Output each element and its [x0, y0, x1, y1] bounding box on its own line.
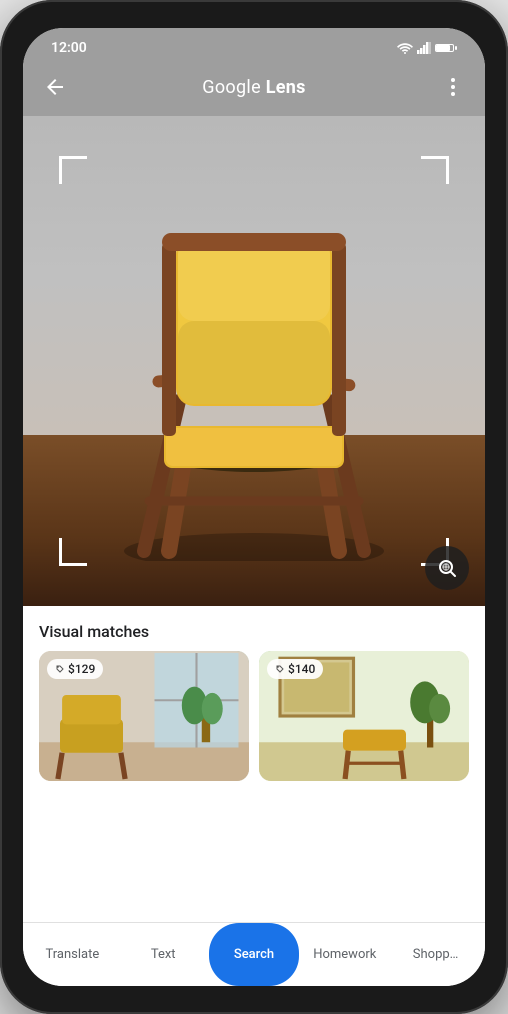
app-title: Google Lens [202, 77, 305, 98]
tab-search[interactable]: Search [209, 923, 300, 986]
tab-text[interactable]: Text [118, 923, 209, 986]
tab-translate[interactable]: Translate [27, 923, 118, 986]
subject-image [23, 116, 485, 606]
wifi-icon [397, 42, 413, 54]
status-time: 12:00 [51, 40, 87, 56]
tab-shopping-label: Shopp… [413, 947, 459, 962]
matches-grid: $129 [23, 651, 485, 922]
lens-search-button[interactable] [425, 546, 469, 590]
signal-icon [417, 42, 431, 54]
content-area: Visual matches [23, 606, 485, 922]
tab-bar: Translate Text Search Homework Shopp… [23, 922, 485, 986]
tab-translate-label: Translate [46, 947, 100, 962]
match-card-1[interactable]: $129 [39, 651, 249, 781]
price-badge-1: $129 [47, 659, 103, 679]
status-bar: 12:00 [23, 28, 485, 64]
status-icons [397, 42, 457, 54]
match-card-2[interactable]: $140 [259, 651, 469, 781]
camera-image-area [23, 116, 485, 606]
visual-matches-title: Visual matches [23, 606, 485, 651]
tab-homework[interactable]: Homework [299, 923, 390, 986]
phone-frame: 12:00 [0, 0, 508, 1014]
battery-icon [435, 42, 457, 54]
back-button[interactable] [39, 71, 71, 103]
top-bar: Google Lens [23, 64, 485, 116]
phone-screen: 12:00 [23, 28, 485, 986]
price-2: $140 [288, 662, 315, 676]
chair-illustration [23, 116, 485, 606]
tab-text-label: Text [151, 947, 176, 962]
price-badge-2: $140 [267, 659, 323, 679]
tab-homework-label: Homework [313, 947, 376, 962]
more-options-button[interactable] [437, 71, 469, 103]
tab-shopping[interactable]: Shopp… [390, 923, 481, 986]
price-1: $129 [68, 662, 95, 676]
tab-search-label: Search [234, 947, 274, 962]
